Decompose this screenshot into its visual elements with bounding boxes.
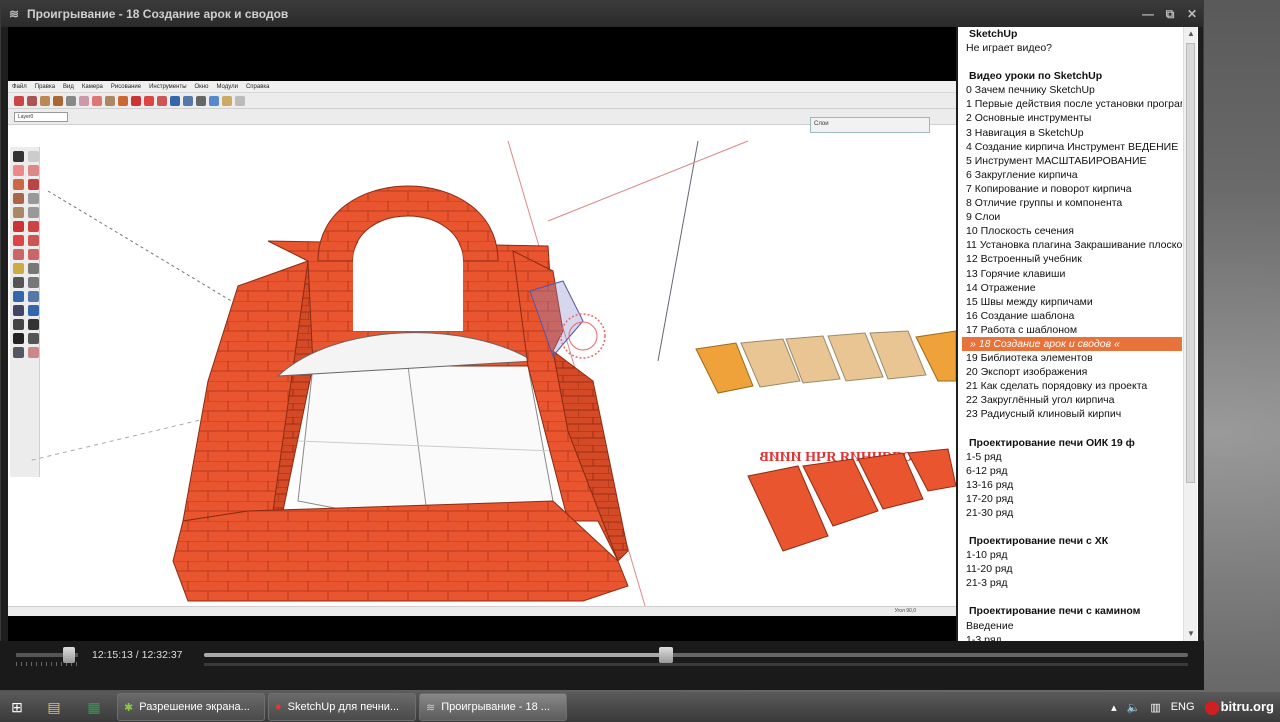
window-title: Проигрывание - 18 Создание арок и сводов — [27, 7, 289, 21]
list-item[interactable]: 17 Работа с шаблоном — [966, 323, 1182, 337]
list-item[interactable]: 2 Основные инструменты — [966, 111, 1182, 125]
title-bar: ≋ Проигрывание - 18 Создание арок и свод… — [1, 1, 1203, 27]
status-angle-label: Угол — [894, 608, 905, 614]
list-item[interactable]: 1 Первые действия после установки програ… — [966, 97, 1182, 111]
list-item[interactable]: 6 Закругление кирпича — [966, 168, 1182, 182]
list-item[interactable]: 9 Слои — [966, 210, 1182, 224]
scroll-down-icon[interactable]: ▼ — [1184, 627, 1198, 641]
system-tray: ▴ 🔈 ▥ ENG bitru.org — [1111, 692, 1280, 722]
taskbar: ⊞ ▤ ▦ ✱ Разрешение экрана... ● SketchUp … — [0, 692, 1280, 722]
status-angle-value: 90,0 — [906, 608, 916, 614]
close-button[interactable]: ✕ — [1181, 4, 1203, 24]
task-label: SketchUp для печни... — [287, 701, 400, 713]
section-title: Проектирование печи ОИК 19 ф — [969, 436, 1135, 449]
time-total: / 12:32:37 — [135, 649, 183, 661]
section-title: Проектирование печи с ХК — [969, 535, 1109, 548]
sketchup-screen: Файл Правка Вид Камера Рисование Инструм… — [8, 81, 956, 616]
list-item[interactable]: 8 Отличие группы и компонента — [966, 196, 1182, 210]
list-item[interactable]: 3 Навигация в SketchUp — [966, 126, 1182, 140]
seek-buffer — [204, 663, 1188, 666]
list-item[interactable]: 21-30 ряд — [966, 506, 1182, 520]
playlist-panel: SketchUp Не играет видео? Видео уроки по… — [958, 27, 1198, 641]
list-item[interactable]: 23 Радиусный клиновый кирпич — [966, 407, 1182, 421]
list-item[interactable]: 1-5 ряд — [966, 450, 1182, 464]
scroll-up-icon[interactable]: ▲ — [1184, 27, 1198, 41]
time-current: 12:15:13 — [92, 649, 133, 661]
list-item[interactable]: 16 Создание шаблона — [966, 309, 1182, 323]
list-item[interactable]: 21-3 ряд — [966, 576, 1182, 590]
time-display: 12:15:13 / 12:32:37 — [92, 649, 183, 661]
list-item[interactable]: 4 Создание кирпича Инструмент ВЕДЕНИЕ — [966, 140, 1182, 154]
brick-row-yellow — [695, 330, 956, 394]
excel-icon[interactable]: ▦ — [74, 693, 114, 721]
file-explorer-icon[interactable]: ▤ — [34, 693, 74, 721]
tray-arrow-icon[interactable]: ▴ — [1111, 701, 1117, 714]
list-item[interactable]: 13-16 ряд — [966, 478, 1182, 492]
list-item[interactable]: 22 Закруглённый угол кирпича — [966, 393, 1182, 407]
taskbar-item-screen-resolution[interactable]: ✱ Разрешение экрана... — [117, 693, 265, 721]
list-item[interactable]: 6-12 ряд — [966, 464, 1182, 478]
seek-slider[interactable] — [659, 647, 674, 663]
list-item[interactable]: 1-3 ряд — [966, 633, 1182, 641]
list-item[interactable]: 17-20 ряд — [966, 492, 1182, 506]
volume-icon[interactable]: 🔈 — [1127, 701, 1141, 714]
list-item[interactable]: 10 Плоскость сечения — [966, 224, 1182, 238]
list-item[interactable]: 1-10 ряд — [966, 548, 1182, 562]
list-item[interactable]: 19 Библиотека элементов — [966, 351, 1182, 365]
list-item[interactable]: 5 Инструмент МАСШТАБИРОВАНИЕ — [966, 154, 1182, 168]
list-item[interactable]: 0 Зачем печнику SketchUp — [966, 83, 1182, 97]
sketchup-icon: ● — [275, 701, 282, 713]
taskbar-item-player[interactable]: ≋ Проигрывание - 18 ... — [419, 693, 567, 721]
list-item-active[interactable]: » 18 Создание арок и сводов « — [962, 336, 1182, 352]
playlist-header-title: SketchUp — [969, 28, 1018, 40]
player-app-icon: ≋ — [8, 7, 20, 21]
list-item[interactable]: 7 Копирование и поворот кирпича — [966, 182, 1182, 196]
windows-start-icon[interactable]: ⊞ — [0, 692, 34, 722]
volume-slider[interactable] — [62, 647, 75, 663]
list-item[interactable]: Введение — [966, 619, 1182, 633]
list-item[interactable]: 13 Горячие клавиши — [966, 267, 1182, 281]
list-item[interactable]: 21 Как сделать порядовку из проекта — [966, 379, 1182, 393]
task-label: Разрешение экрана... — [139, 701, 250, 713]
video-area[interactable]: Файл Правка Вид Камера Рисование Инструм… — [8, 27, 956, 641]
playlist-scrollbar[interactable]: ▲ ▼ — [1183, 27, 1197, 641]
player-icon: ≋ — [426, 701, 436, 714]
list-item[interactable]: 11-20 ряд — [966, 562, 1182, 576]
list-item[interactable]: 20 Экспорт изображения — [966, 365, 1182, 379]
seek-progress — [204, 653, 667, 657]
list-item[interactable]: 15 Швы между кирпичами — [966, 295, 1182, 309]
list-item[interactable]: 11 Установка плагина Закрашивание плоско… — [966, 238, 1182, 252]
maximize-button[interactable]: ⧉ — [1159, 4, 1181, 24]
section-title: Видео уроки по SketchUp — [969, 70, 1103, 83]
language-indicator[interactable]: ENG — [1171, 701, 1195, 713]
minimize-button[interactable]: — — [1137, 4, 1159, 24]
puzzle-icon: ✱ — [124, 701, 134, 714]
player-controls: 12:15:13 / 12:32:37 — [0, 641, 1204, 690]
playlist-help-link[interactable]: Не играет видео? — [966, 41, 1182, 55]
sketchup-3d-scene: ИИЖОЛЯЧНИЯ ЯЧН ИИИВ — [27, 140, 956, 616]
list-item[interactable]: 12 Встроенный учебник — [966, 252, 1182, 266]
network-icon[interactable]: ▥ — [1150, 701, 1160, 714]
scrollbar-thumb[interactable] — [1186, 43, 1195, 483]
section-title: Проектирование печи с камином — [969, 605, 1141, 618]
list-item[interactable]: 14 Отражение — [966, 281, 1182, 295]
task-label: Проигрывание - 18 ... — [441, 701, 550, 713]
watermark: bitru.org — [1204, 699, 1274, 715]
taskbar-item-sketchup[interactable]: ● SketchUp для печни... — [268, 693, 416, 721]
watermark-dot-icon — [1204, 700, 1219, 715]
sketchup-statusbar: Угол 90,0 — [8, 606, 956, 616]
